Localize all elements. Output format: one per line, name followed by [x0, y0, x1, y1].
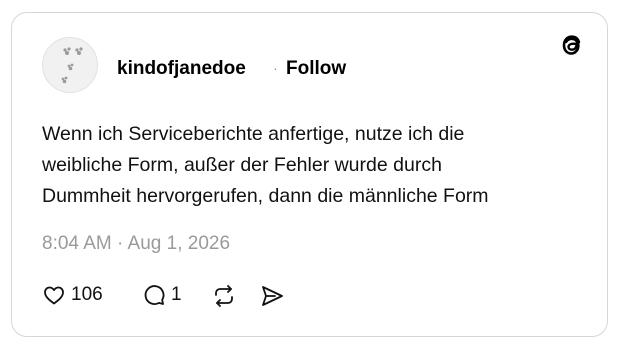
share-button[interactable]: [259, 283, 285, 309]
post-text-line: Wenn ich Serviceberichte anfertige, nutz…: [42, 123, 465, 145]
like-count: 106: [71, 284, 103, 305]
like-button[interactable]: 106: [42, 283, 103, 307]
author-username[interactable]: kindofjanedoe: [117, 58, 246, 80]
reply-count: 1: [171, 284, 182, 305]
repost-icon: [215, 285, 233, 307]
post-text-line: Dummheit hervorgerufen, dann die männlic…: [42, 185, 489, 207]
reply-button[interactable]: 1: [142, 283, 182, 307]
post-text-line: weibliche Form, außer der Fehler wurde d…: [42, 154, 442, 176]
post-card: kindofjanedoe · Follow Wenn ich Serviceb…: [11, 12, 608, 337]
send-icon: [262, 286, 283, 306]
threads-logo-icon[interactable]: [558, 31, 586, 59]
separator-dot: ·: [273, 60, 278, 76]
paw-prints-icon: [61, 47, 83, 84]
post-text: Wenn ich Serviceberichte anfertige, nutz…: [42, 119, 582, 212]
repost-button[interactable]: [211, 283, 237, 309]
follow-button[interactable]: Follow: [286, 58, 346, 80]
avatar[interactable]: [42, 37, 98, 93]
comment-icon: [144, 285, 165, 305]
post-timestamp[interactable]: 8:04 AM · Aug 1, 2026: [42, 233, 230, 255]
heart-icon: [44, 286, 64, 305]
